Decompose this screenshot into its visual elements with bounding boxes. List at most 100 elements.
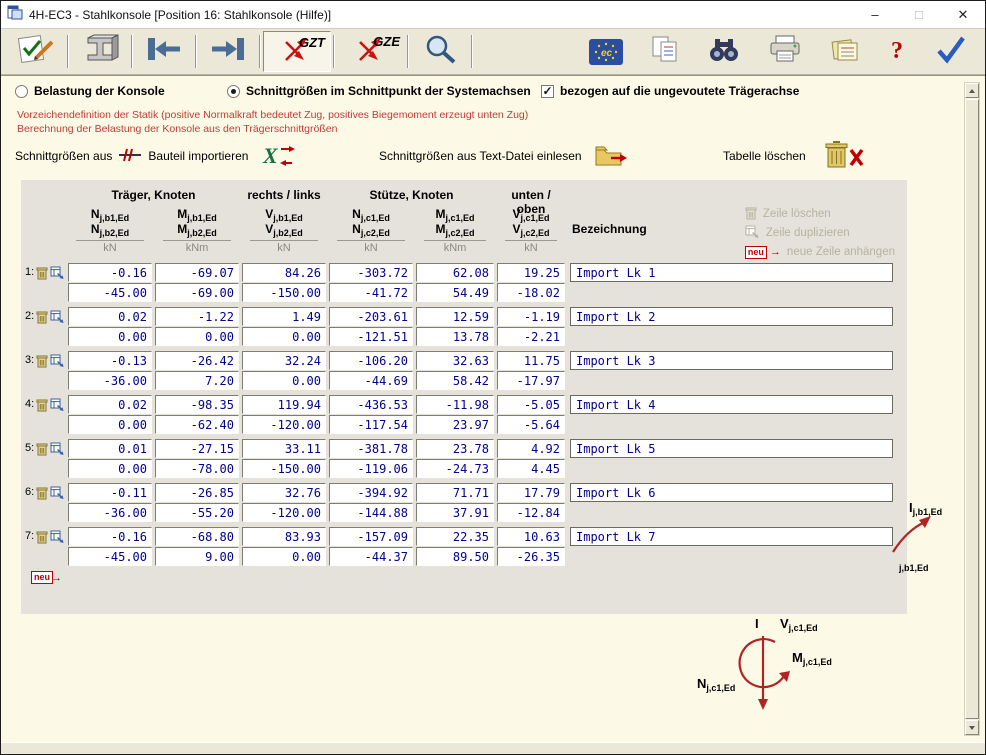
force-value-cell[interactable]: -27.15	[155, 439, 239, 458]
force-value-cell[interactable]: 0.00	[242, 327, 326, 346]
force-value-cell[interactable]: -150.00	[242, 459, 326, 478]
import-from-part-button[interactable]: Schnittgrößen aus Bauteil importieren X	[15, 140, 295, 172]
delete-row-icon[interactable]	[36, 530, 48, 544]
force-value-cell[interactable]: -69.00	[155, 283, 239, 302]
force-value-cell[interactable]: -203.61	[329, 307, 413, 326]
force-value-cell[interactable]: -150.00	[242, 283, 326, 302]
force-value-cell[interactable]: -17.97	[497, 371, 565, 390]
delete-row-icon[interactable]	[36, 310, 48, 324]
duplicate-row-icon[interactable]	[50, 310, 65, 324]
radio-belastung[interactable]: Belastung der Konsole	[15, 84, 165, 98]
force-value-cell[interactable]: -0.16	[68, 263, 152, 282]
force-value-cell[interactable]: 0.01	[68, 439, 152, 458]
force-value-cell[interactable]: 19.25	[497, 263, 565, 282]
steel-section-button[interactable]	[71, 31, 129, 72]
force-value-cell[interactable]: 13.78	[416, 327, 494, 346]
force-value-cell[interactable]: -157.09	[329, 527, 413, 546]
force-value-cell[interactable]: -26.42	[155, 351, 239, 370]
force-value-cell[interactable]: -45.00	[68, 547, 152, 566]
force-value-cell[interactable]: 0.00	[242, 371, 326, 390]
force-value-cell[interactable]: -1.22	[155, 307, 239, 326]
radio-selected-icon[interactable]	[227, 85, 240, 98]
force-value-cell[interactable]: -41.72	[329, 283, 413, 302]
force-value-cell[interactable]: 22.35	[416, 527, 494, 546]
zoom-button[interactable]	[411, 31, 469, 72]
checkbox-checked-icon[interactable]: ✓	[541, 85, 554, 98]
force-value-cell[interactable]: 0.02	[68, 395, 152, 414]
duplicate-row-icon[interactable]	[50, 486, 65, 500]
force-value-cell[interactable]: -44.37	[329, 547, 413, 566]
force-value-cell[interactable]: -394.92	[329, 483, 413, 502]
force-value-cell[interactable]: 32.24	[242, 351, 326, 370]
force-value-cell[interactable]: -381.78	[329, 439, 413, 458]
force-value-cell[interactable]: -12.84	[497, 503, 565, 522]
title-bar[interactable]: 4H-EC3 - Stahlkonsole [Position 16: Stah…	[1, 1, 985, 29]
force-value-cell[interactable]: -436.53	[329, 395, 413, 414]
force-value-cell[interactable]: -120.00	[242, 503, 326, 522]
force-value-cell[interactable]: -0.13	[68, 351, 152, 370]
force-value-cell[interactable]: 4.92	[497, 439, 565, 458]
force-value-cell[interactable]: 84.26	[242, 263, 326, 282]
force-value-cell[interactable]: -26.85	[155, 483, 239, 502]
force-value-cell[interactable]: 1.49	[242, 307, 326, 326]
duplicate-row-icon[interactable]	[50, 354, 65, 368]
force-value-cell[interactable]: -5.64	[497, 415, 565, 434]
force-value-cell[interactable]: 0.00	[68, 459, 152, 478]
force-value-cell[interactable]: -106.20	[329, 351, 413, 370]
force-value-cell[interactable]: -69.07	[155, 263, 239, 282]
force-value-cell[interactable]: -62.40	[155, 415, 239, 434]
force-value-cell[interactable]: -18.02	[497, 283, 565, 302]
delete-row-icon[interactable]	[36, 398, 48, 412]
force-value-cell[interactable]: -5.05	[497, 395, 565, 414]
force-value-cell[interactable]: -11.98	[416, 395, 494, 414]
force-value-cell[interactable]: 12.59	[416, 307, 494, 326]
copy-button[interactable]	[645, 34, 685, 69]
force-value-cell[interactable]: -120.00	[242, 415, 326, 434]
force-value-cell[interactable]: 54.49	[416, 283, 494, 302]
duplicate-row-icon[interactable]	[50, 398, 65, 412]
delete-row-icon[interactable]	[36, 442, 48, 456]
force-value-cell[interactable]: -303.72	[329, 263, 413, 282]
force-value-cell[interactable]: 37.91	[416, 503, 494, 522]
force-value-cell[interactable]: 0.00	[68, 327, 152, 346]
force-value-cell[interactable]: -121.51	[329, 327, 413, 346]
force-value-cell[interactable]: 23.78	[416, 439, 494, 458]
force-value-cell[interactable]: -119.06	[329, 459, 413, 478]
import-from-textfile-button[interactable]: Schnittgrößen aus Text-Datei einlesen	[379, 140, 629, 172]
force-value-cell[interactable]: -78.00	[155, 459, 239, 478]
checkbox-traegerachse[interactable]: ✓ bezogen auf die ungevoutete Trägerachs…	[541, 84, 799, 98]
menu-delete-row[interactable]: Zeile löschen	[745, 206, 895, 222]
force-value-cell[interactable]: 119.94	[242, 395, 326, 414]
force-value-cell[interactable]: 0.00	[242, 547, 326, 566]
delete-row-icon[interactable]	[36, 266, 48, 280]
force-value-cell[interactable]: -44.69	[329, 371, 413, 390]
force-value-cell[interactable]: 89.50	[416, 547, 494, 566]
dock-right-button[interactable]	[199, 31, 257, 72]
force-value-cell[interactable]: 32.76	[242, 483, 326, 502]
edit-input-button[interactable]	[7, 31, 65, 72]
bezeichnung-field[interactable]: Import Lk 5	[570, 439, 893, 458]
minimize-button[interactable]: –	[853, 1, 897, 28]
clear-table-button[interactable]: Tabelle löschen	[723, 140, 865, 172]
force-value-cell[interactable]: -55.20	[155, 503, 239, 522]
close-button[interactable]: ✕	[941, 1, 985, 28]
force-value-cell[interactable]: 9.00	[155, 547, 239, 566]
vertical-scrollbar[interactable]	[964, 82, 980, 736]
force-value-cell[interactable]: 4.45	[497, 459, 565, 478]
force-value-cell[interactable]: -68.80	[155, 527, 239, 546]
force-value-cell[interactable]: -1.19	[497, 307, 565, 326]
force-value-cell[interactable]: -0.16	[68, 527, 152, 546]
force-value-cell[interactable]: 17.79	[497, 483, 565, 502]
scrollbar-thumb[interactable]	[965, 99, 979, 719]
force-value-cell[interactable]: 33.11	[242, 439, 326, 458]
duplicate-row-icon[interactable]	[50, 266, 65, 280]
menu-append-row[interactable]: neu → neue Zeile anhängen	[745, 244, 895, 260]
force-value-cell[interactable]: 62.08	[416, 263, 494, 282]
bezeichnung-field[interactable]: Import Lk 1	[570, 263, 893, 282]
force-value-cell[interactable]: 0.00	[155, 327, 239, 346]
scroll-down-button[interactable]	[965, 720, 979, 735]
force-value-cell[interactable]: 58.42	[416, 371, 494, 390]
force-value-cell[interactable]: -144.88	[329, 503, 413, 522]
maximize-button[interactable]: □	[897, 1, 941, 28]
force-value-cell[interactable]: 71.71	[416, 483, 494, 502]
